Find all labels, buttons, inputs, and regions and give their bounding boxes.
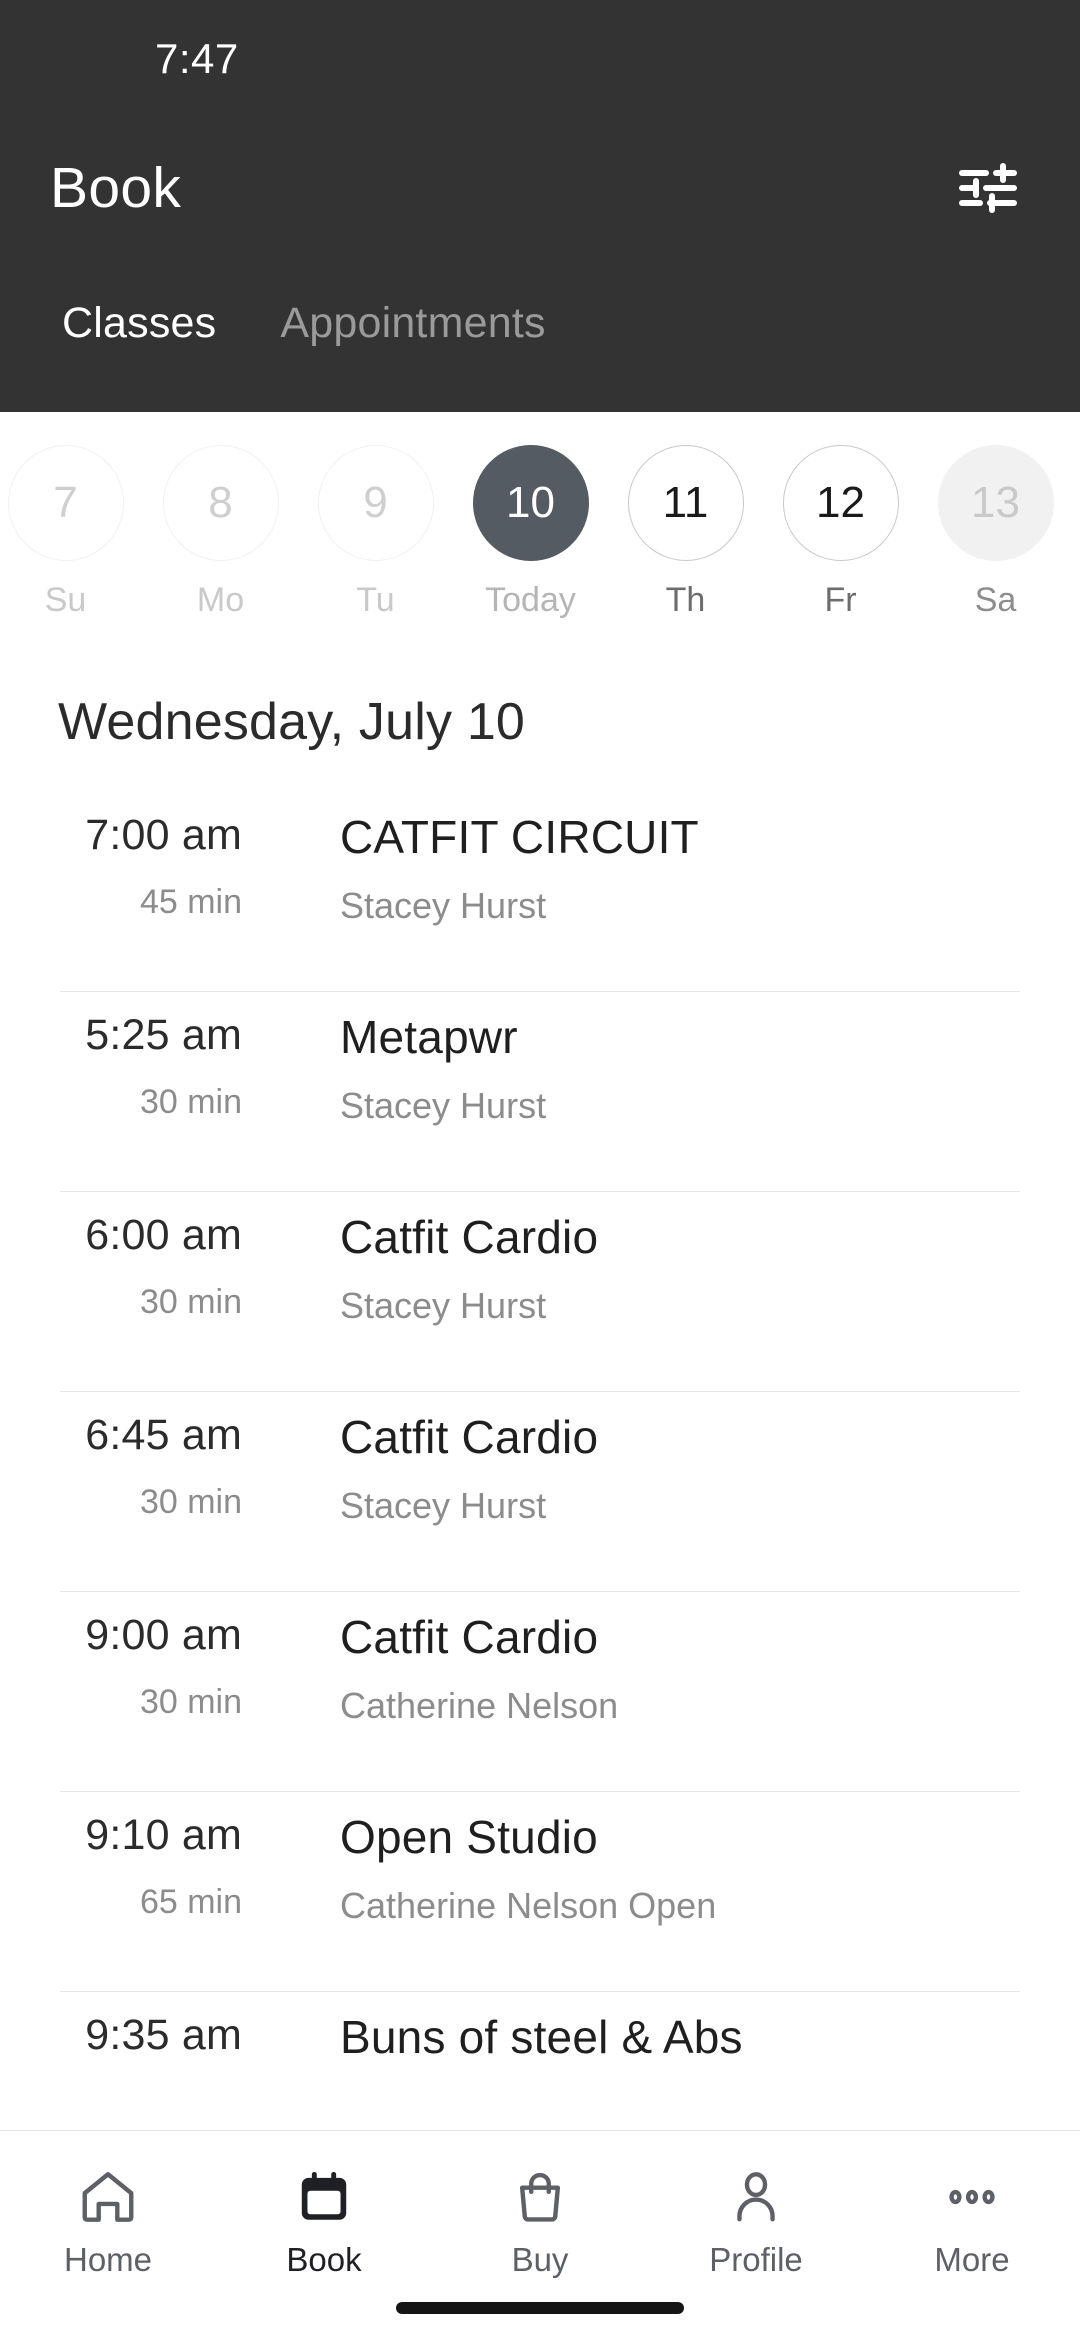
- class-time-column: 6:00 am 30 min: [0, 1211, 280, 1321]
- class-name: Buns of steel & Abs: [340, 2011, 743, 2063]
- person-icon: [725, 2159, 787, 2235]
- class-duration: 45 min: [139, 883, 242, 921]
- date-number-7: 7: [7, 445, 124, 561]
- class-info-column: Buns of steel & Abs: [280, 2014, 1080, 2088]
- date-number-13: 13: [937, 445, 1054, 561]
- home-indicator[interactable]: [396, 2302, 684, 2314]
- home-icon: [77, 2159, 139, 2235]
- class-name: Catfit Cardio: [340, 1211, 599, 1263]
- class-time-column: 9:00 am 30 min: [0, 1611, 280, 1721]
- ellipsis-icon: [941, 2159, 1003, 2235]
- class-duration: 65 min: [139, 1883, 242, 1921]
- class-duration: 30 min: [139, 1283, 242, 1321]
- nav-item-buy[interactable]: Buy: [432, 2159, 648, 2276]
- date-number-12: 12: [782, 445, 899, 561]
- class-list[interactable]: 7:00 am 45 min CATFIT CIRCUIT Stacey Hur…: [0, 792, 1080, 2130]
- date-weekday-9: Tu: [356, 581, 395, 619]
- nav-item-home[interactable]: Home: [0, 2159, 216, 2276]
- date-cell-8[interactable]: 8 Mo: [143, 445, 298, 617]
- class-time: 9:35 am: [85, 2011, 242, 2059]
- nav-item-book[interactable]: Book: [216, 2159, 432, 2276]
- class-time: 9:10 am: [85, 1811, 242, 1859]
- class-duration: 30 min: [139, 1083, 242, 1121]
- calendar-icon: [293, 2159, 355, 2235]
- class-list-item[interactable]: 9:35 am Buns of steel & Abs: [0, 1992, 1080, 2130]
- nav-label-buy: Buy: [511, 2241, 569, 2278]
- class-list-item[interactable]: 6:00 am 30 min Catfit Cardio Stacey Hurs…: [0, 1192, 1080, 1392]
- class-instructor: Catherine Nelson: [340, 1685, 619, 1726]
- class-time-column: 7:00 am 45 min: [0, 811, 280, 921]
- class-time: 6:00 am: [85, 1211, 242, 1259]
- sliders-filter-icon[interactable]: [951, 151, 1025, 225]
- class-info-column: Metapwr Stacey Hurst: [280, 1014, 1080, 1124]
- class-time: 7:00 am: [85, 811, 242, 859]
- class-list-item[interactable]: 9:10 am 65 min Open Studio Catherine Nel…: [0, 1792, 1080, 1992]
- app-header: 7:47 Book Classes Appointments: [0, 0, 1080, 412]
- date-cell-13[interactable]: 13 Sa: [918, 445, 1073, 617]
- class-time-column: 9:10 am 65 min: [0, 1811, 280, 1921]
- class-info-column: Open Studio Catherine Nelson Open: [280, 1814, 1080, 1924]
- bottom-navigation: Home Book Buy Profile More: [0, 2130, 1080, 2340]
- class-info-column: Catfit Cardio Stacey Hurst: [280, 1214, 1080, 1324]
- date-weekday-today: Today: [485, 581, 576, 619]
- class-info-column: Catfit Cardio Stacey Hurst: [280, 1414, 1080, 1524]
- class-list-item[interactable]: 9:00 am 30 min Catfit Cardio Catherine N…: [0, 1592, 1080, 1792]
- class-time-column: 5:25 am 30 min: [0, 1011, 280, 1121]
- class-name: Open Studio: [340, 1811, 598, 1863]
- date-weekday-7: Su: [44, 581, 87, 619]
- class-time: 5:25 am: [85, 1011, 242, 1059]
- class-info-column: CATFIT CIRCUIT Stacey Hurst: [280, 814, 1080, 924]
- date-weekday-8: Mo: [196, 581, 245, 619]
- page-title: Book: [50, 156, 182, 220]
- date-weekday-11: Th: [665, 581, 706, 619]
- tab-classes[interactable]: Classes: [30, 299, 248, 408]
- class-instructor: Stacey Hurst: [340, 1485, 547, 1526]
- date-cell-12[interactable]: 12 Fr: [763, 445, 918, 617]
- tab-appointments[interactable]: Appointments: [248, 299, 577, 408]
- nav-label-profile: Profile: [709, 2241, 803, 2278]
- date-number-8: 8: [162, 445, 279, 561]
- class-list-item[interactable]: 6:45 am 30 min Catfit Cardio Stacey Hurs…: [0, 1392, 1080, 1592]
- header-tabs: Classes Appointments: [0, 258, 1080, 408]
- class-list-item[interactable]: 7:00 am 45 min CATFIT CIRCUIT Stacey Hur…: [0, 792, 1080, 992]
- class-instructor: Catherine Nelson Open: [340, 1885, 717, 1926]
- class-instructor: Stacey Hurst: [340, 1085, 547, 1126]
- class-time: 6:45 am: [85, 1411, 242, 1459]
- date-cell-10-today[interactable]: 10 Today: [453, 445, 608, 617]
- nav-label-more: More: [934, 2241, 1010, 2278]
- day-heading: Wednesday, July 10: [58, 693, 526, 751]
- class-duration: 30 min: [139, 1483, 242, 1521]
- class-instructor: Stacey Hurst: [340, 1285, 547, 1326]
- class-time-column: 9:35 am: [0, 2014, 280, 2085]
- class-info-column: Catfit Cardio Catherine Nelson: [280, 1614, 1080, 1724]
- class-time: 9:00 am: [85, 1611, 242, 1659]
- class-list-item[interactable]: 5:25 am 30 min Metapwr Stacey Hurst: [0, 992, 1080, 1192]
- date-cell-7[interactable]: 7 Su: [0, 445, 143, 617]
- nav-label-book: Book: [286, 2241, 362, 2278]
- date-number-11: 11: [627, 445, 744, 561]
- class-time-column: 6:45 am 30 min: [0, 1411, 280, 1521]
- class-instructor: Stacey Hurst: [340, 885, 547, 926]
- bag-icon: [509, 2159, 571, 2235]
- class-name: Catfit Cardio: [340, 1611, 599, 1663]
- class-name: Metapwr: [340, 1011, 518, 1063]
- date-weekday-13: Sa: [974, 581, 1017, 619]
- date-number-9: 9: [317, 445, 434, 561]
- date-cell-11[interactable]: 11 Th: [608, 445, 763, 617]
- date-cell-9[interactable]: 9 Tu: [298, 445, 453, 617]
- title-bar: Book: [0, 118, 1080, 258]
- status-bar: 7:47: [0, 0, 1080, 118]
- nav-item-profile[interactable]: Profile: [648, 2159, 864, 2276]
- date-number-10: 10: [472, 445, 589, 561]
- app-screen: 7:47 Book Classes Appointments 7 Su 8 Mo…: [0, 0, 1080, 2340]
- class-name: CATFIT CIRCUIT: [340, 811, 699, 863]
- status-bar-clock: 7:47: [155, 35, 239, 82]
- date-selector[interactable]: 7 Su 8 Mo 9 Tu 10 Today 11 Th 12 Fr 13 S…: [0, 412, 1080, 652]
- nav-item-more[interactable]: More: [864, 2159, 1080, 2276]
- date-weekday-12: Fr: [824, 581, 857, 619]
- class-duration: 30 min: [139, 1683, 242, 1721]
- nav-label-home: Home: [63, 2241, 153, 2278]
- class-name: Catfit Cardio: [340, 1411, 599, 1463]
